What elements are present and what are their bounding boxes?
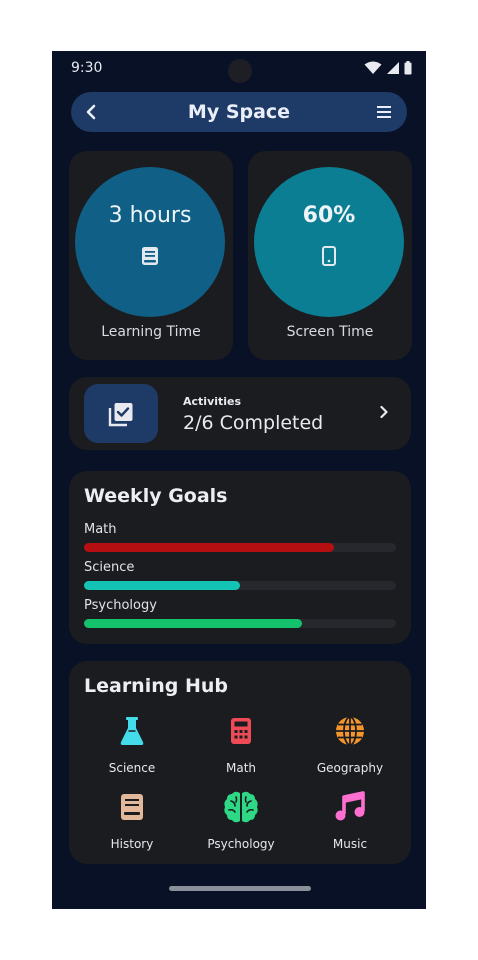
goal-progress-track — [84, 543, 396, 552]
goal-science: Science — [84, 560, 396, 590]
hub-item-science[interactable]: Science — [84, 713, 180, 775]
hub-item-psychology[interactable]: Psychology — [193, 789, 289, 851]
music-note-icon — [302, 789, 398, 825]
learning-time-card[interactable]: 3 hours Learning Time — [69, 151, 233, 360]
goal-progress-track — [84, 581, 396, 590]
globe-icon — [302, 713, 398, 749]
goal-progress-fill — [84, 543, 334, 552]
hub-item-geography[interactable]: Geography — [302, 713, 398, 775]
goal-progress-track — [84, 619, 396, 628]
phone-screen: 9:30 My Space 3 hours Learning Time 60% — [52, 51, 426, 909]
signal-icon — [387, 62, 399, 74]
home-indicator[interactable] — [169, 886, 311, 891]
book-icon — [84, 789, 180, 825]
goal-progress-fill — [84, 581, 240, 590]
screen-time-card[interactable]: 60% Screen Time — [248, 151, 412, 360]
hub-item-history[interactable]: History — [84, 789, 180, 851]
hub-item-label: Psychology — [207, 837, 275, 851]
activities-value: 2/6 Completed — [183, 412, 324, 434]
calculator-icon — [193, 713, 289, 749]
goal-math: Math — [84, 522, 396, 552]
learning-time-value: 3 hours — [108, 202, 192, 228]
screen-time-label: Screen Time — [286, 324, 374, 340]
goal-name: Science — [84, 560, 135, 575]
hub-item-music[interactable]: Music — [302, 789, 398, 851]
activities-label: Activities — [183, 395, 242, 408]
activities-card[interactable]: Activities 2/6 Completed — [69, 377, 411, 450]
screen-time-value: 60% — [302, 202, 356, 228]
weekly-goals-card: Weekly Goals Math Science Psychology — [69, 471, 411, 644]
learning-time-label: Learning Time — [101, 324, 201, 340]
goal-name: Psychology — [84, 598, 157, 613]
brain-icon — [193, 789, 289, 825]
flask-icon — [84, 713, 180, 749]
learning-hub-title: Learning Hub — [84, 675, 228, 697]
weekly-goals-title: Weekly Goals — [84, 485, 228, 507]
phone-icon — [322, 245, 336, 270]
hub-item-label: Math — [225, 761, 257, 775]
status-icons — [364, 61, 412, 75]
hamburger-menu-icon[interactable] — [373, 101, 395, 123]
page-title: My Space — [187, 101, 291, 123]
camera-cutout — [228, 59, 252, 83]
goal-progress-fill — [84, 619, 303, 628]
hub-item-label: Music — [332, 837, 368, 851]
status-time: 9:30 — [71, 60, 103, 76]
library-add-check-icon — [84, 384, 158, 443]
hub-item-label: Geography — [316, 761, 384, 775]
screen-time-circle: 60% — [254, 167, 404, 317]
hub-item-label: History — [110, 837, 154, 851]
wifi-icon — [364, 61, 382, 74]
app-bar: My Space — [71, 92, 407, 132]
chevron-right-icon[interactable] — [379, 404, 389, 423]
battery-icon — [404, 61, 412, 75]
status-bar: 9:30 — [52, 51, 426, 87]
goal-name: Math — [84, 522, 117, 537]
goal-psychology: Psychology — [84, 598, 396, 628]
book-icon — [141, 246, 159, 270]
hub-item-math[interactable]: Math — [193, 713, 289, 775]
learning-hub-card: Learning Hub Science Math Geography Hist… — [69, 661, 411, 864]
hub-item-label: Science — [108, 761, 156, 775]
learning-time-circle: 3 hours — [75, 167, 225, 317]
